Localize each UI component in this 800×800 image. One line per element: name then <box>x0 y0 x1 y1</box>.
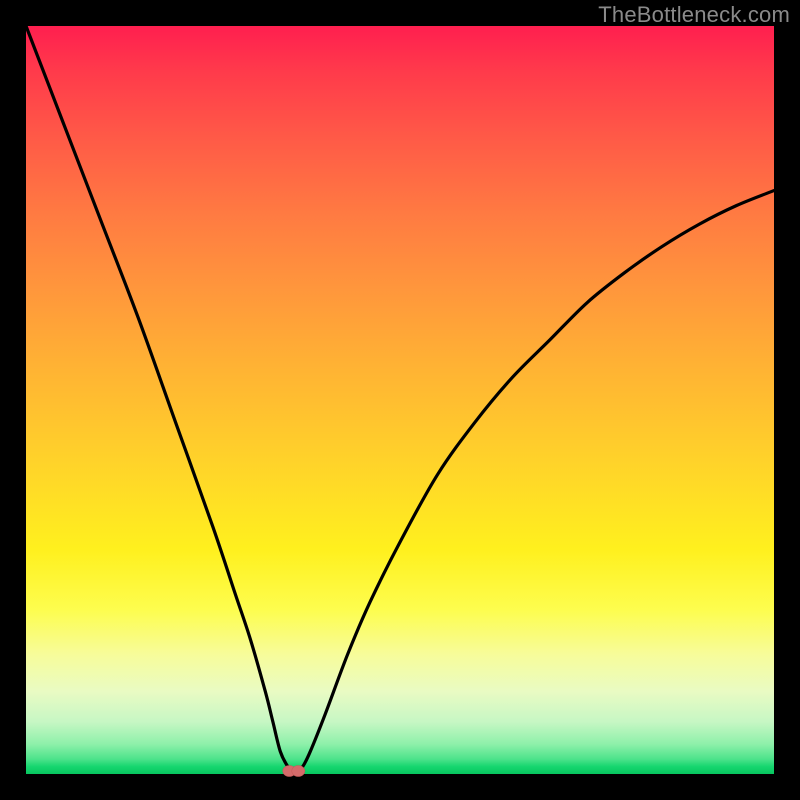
bottleneck-curve <box>26 26 774 774</box>
plot-outer <box>26 26 774 774</box>
min-point-right <box>292 766 305 777</box>
plot-area <box>26 26 774 774</box>
marker-group <box>283 766 305 777</box>
watermark-text: TheBottleneck.com <box>598 2 790 28</box>
chart-frame: TheBottleneck.com <box>0 0 800 800</box>
curve-layer <box>26 26 774 774</box>
